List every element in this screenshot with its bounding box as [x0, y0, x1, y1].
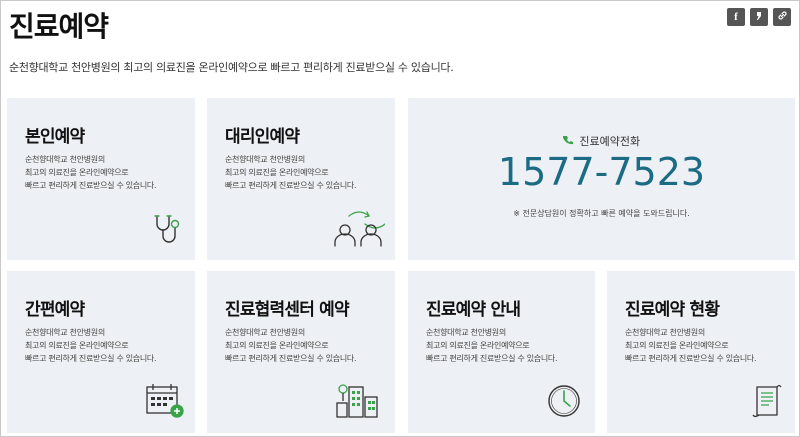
card-description: 순천향대학교 천안병원의 최고의 의료진을 온라인예약으로 빠르고 편리하게 진료받… [426, 328, 558, 363]
card-self-reservation[interactable]: 본인예약 순천향대학교 천안병원의 최고의 의료진을 온라인예약으로 빠르고 편리하… [7, 98, 195, 260]
phone-icon [562, 135, 577, 148]
clock-icon [546, 383, 582, 423]
card-reservation-phone: 진료예약전화 1577-7523 ※ 전문상담원이 정확하고 빠른 예약을 도와… [408, 98, 795, 260]
card-title: 진료예약 현황 [625, 300, 720, 320]
card-description: 순천향대학교 천안병원의 최고의 의료진을 온라인예약으로 빠르고 편리하게 진료받… [25, 155, 157, 190]
share-buttons: f [727, 8, 791, 26]
card-title: 본인예약 [25, 127, 85, 147]
card-proxy-reservation[interactable]: 대리인예약 순천향대학교 천안병원의 최고의 의료진을 온라인예약으로 빠르고 편리… [207, 98, 395, 260]
page-subtitle: 순천향대학교 천안병원의 최고의 의료진을 온라인예약으로 빠르고 편리하게 진… [9, 61, 454, 74]
card-reservation-guide[interactable]: 진료예약 안내 순천향대학교 천안병원의 최고의 의료진을 온라인예약으로 빠르고 … [408, 271, 595, 433]
facebook-icon: f [734, 11, 738, 23]
document-icon [749, 383, 783, 423]
link-copy-button[interactable] [773, 8, 791, 26]
stethoscope-icon [153, 210, 189, 250]
phone-number[interactable]: 1577-7523 [408, 150, 795, 194]
card-title: 간편예약 [25, 300, 85, 320]
page-title: 진료예약 [9, 10, 109, 43]
phone-label-row: 진료예약전화 [408, 133, 795, 149]
card-title: 진료협력센터 예약 [225, 300, 350, 320]
card-description: 순천향대학교 천안병원의 최고의 의료진을 온라인예약으로 빠르고 편리하게 진료받… [225, 328, 357, 363]
card-title: 대리인예약 [225, 127, 300, 147]
card-quick-reservation[interactable]: 간편예약 순천향대학교 천안병원의 최고의 의료진을 온라인예약으로 빠르고 편리하… [7, 271, 195, 433]
card-title: 진료예약 안내 [426, 300, 521, 320]
phone-label: 진료예약전화 [579, 135, 641, 148]
card-partner-center-reservation[interactable]: 진료협력센터 예약 순천향대학교 천안병원의 최고의 의료진을 온라인예약으로 빠르… [207, 271, 395, 433]
card-reservation-status[interactable]: 진료예약 현황 순천향대학교 천안병원의 최고의 의료진을 온라인예약으로 빠르고 … [607, 271, 795, 433]
proxy-people-icon [333, 208, 386, 252]
calendar-add-icon [145, 383, 185, 423]
kakao-icon [754, 11, 764, 24]
buildings-icon [335, 379, 381, 423]
phone-note: ※ 전문상담원이 정확하고 빠른 예약을 도와드립니다. [513, 209, 690, 218]
card-description: 순천향대학교 천안병원의 최고의 의료진을 온라인예약으로 빠르고 편리하게 진료받… [25, 328, 157, 363]
card-description: 순천향대학교 천안병원의 최고의 의료진을 온라인예약으로 빠르고 편리하게 진료받… [225, 155, 357, 190]
kakao-share-button[interactable] [750, 8, 768, 26]
link-icon [777, 10, 788, 24]
card-description: 순천향대학교 천안병원의 최고의 의료진을 온라인예약으로 빠르고 편리하게 진료받… [625, 328, 757, 363]
facebook-share-button[interactable]: f [727, 8, 745, 26]
